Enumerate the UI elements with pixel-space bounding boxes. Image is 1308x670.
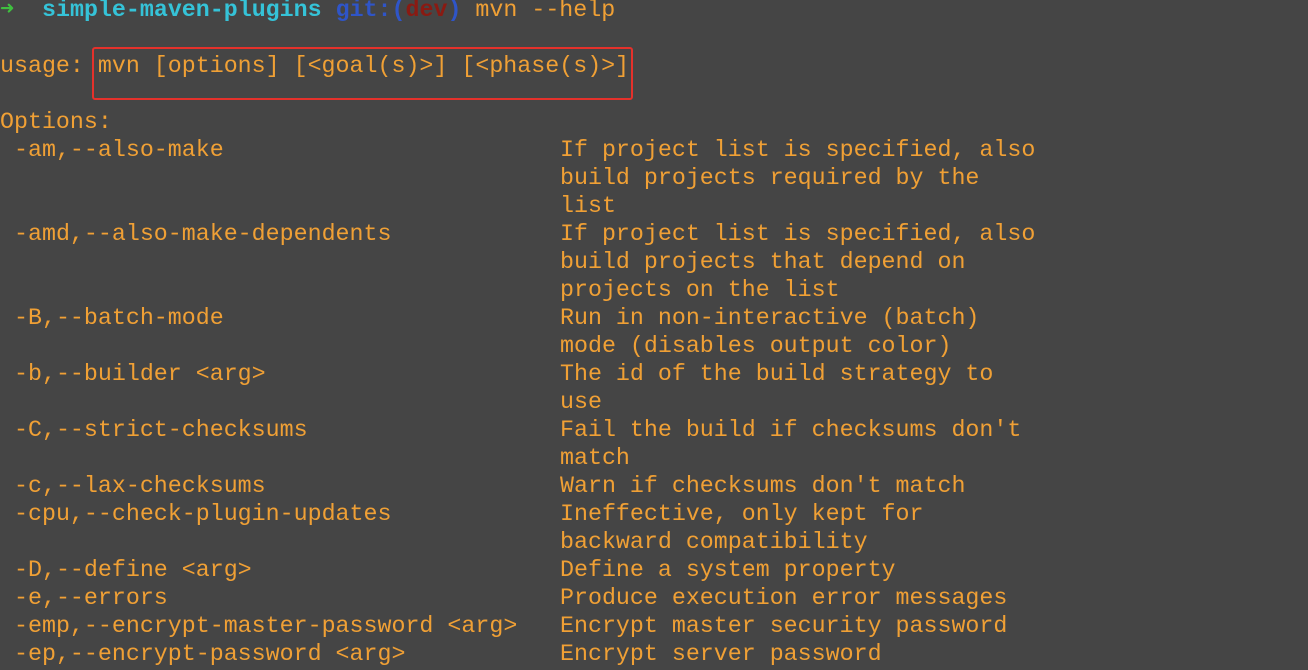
- shell-prompt: ➜ simple-maven-plugins git:(dev) mvn --h…: [0, 0, 615, 24]
- option-description: Ineffective, only kept for: [560, 501, 924, 527]
- option-description: Define a system property: [560, 557, 896, 583]
- option-flag: -c,--lax-checksums: [14, 473, 266, 499]
- option-description: If project list is specified, also: [560, 137, 1036, 163]
- option-description: Warn if checksums don't match: [560, 473, 966, 499]
- option-description: Produce execution error messages: [560, 585, 1008, 611]
- highlight-box: [92, 47, 633, 100]
- branch-paren-open: (: [391, 0, 406, 23]
- prompt-arrow-icon: ➜: [0, 0, 15, 23]
- option-flag: -cpu,--check-plugin-updates: [14, 501, 392, 527]
- option-flag: -emp,--encrypt-master-password <arg>: [14, 613, 518, 639]
- git-branch: dev: [405, 0, 448, 23]
- option-description: match: [560, 445, 630, 471]
- terminal-window[interactable]: ➜ simple-maven-plugins git:(dev) mvn --h…: [0, 0, 1308, 670]
- option-description: Fail the build if checksums don't: [560, 417, 1022, 443]
- option-description: Encrypt server password: [560, 641, 882, 667]
- option-description: build projects that depend on: [560, 249, 966, 275]
- options-heading: Options:: [0, 109, 112, 135]
- option-flag: -C,--strict-checksums: [14, 417, 308, 443]
- option-description: Run in non-interactive (batch): [560, 305, 980, 331]
- option-description: build projects required by the: [560, 165, 980, 191]
- option-description: Encrypt master security password: [560, 613, 1008, 639]
- option-flag: -e,--errors: [14, 585, 168, 611]
- option-flag: -B,--batch-mode: [14, 305, 224, 331]
- option-flag: -D,--define <arg>: [14, 557, 252, 583]
- option-description: use: [560, 389, 602, 415]
- option-description: list: [560, 193, 616, 219]
- option-flag: -ep,--encrypt-password <arg>: [14, 641, 406, 667]
- option-description: backward compatibility: [560, 529, 868, 555]
- branch-paren-close: ): [447, 0, 462, 23]
- option-flag: -b,--builder <arg>: [14, 361, 266, 387]
- option-flag: -am,--also-make: [14, 137, 224, 163]
- option-description: The id of the build strategy to: [560, 361, 994, 387]
- entered-command: mvn --help: [475, 0, 616, 23]
- option-flag: -amd,--also-make-dependents: [14, 221, 392, 247]
- usage-label: usage:: [0, 53, 84, 79]
- current-directory: simple-maven-plugins: [42, 0, 322, 23]
- option-description: mode (disables output color): [560, 333, 952, 359]
- option-description: If project list is specified, also: [560, 221, 1036, 247]
- git-label: git:: [335, 0, 392, 23]
- option-description: projects on the list: [560, 277, 840, 303]
